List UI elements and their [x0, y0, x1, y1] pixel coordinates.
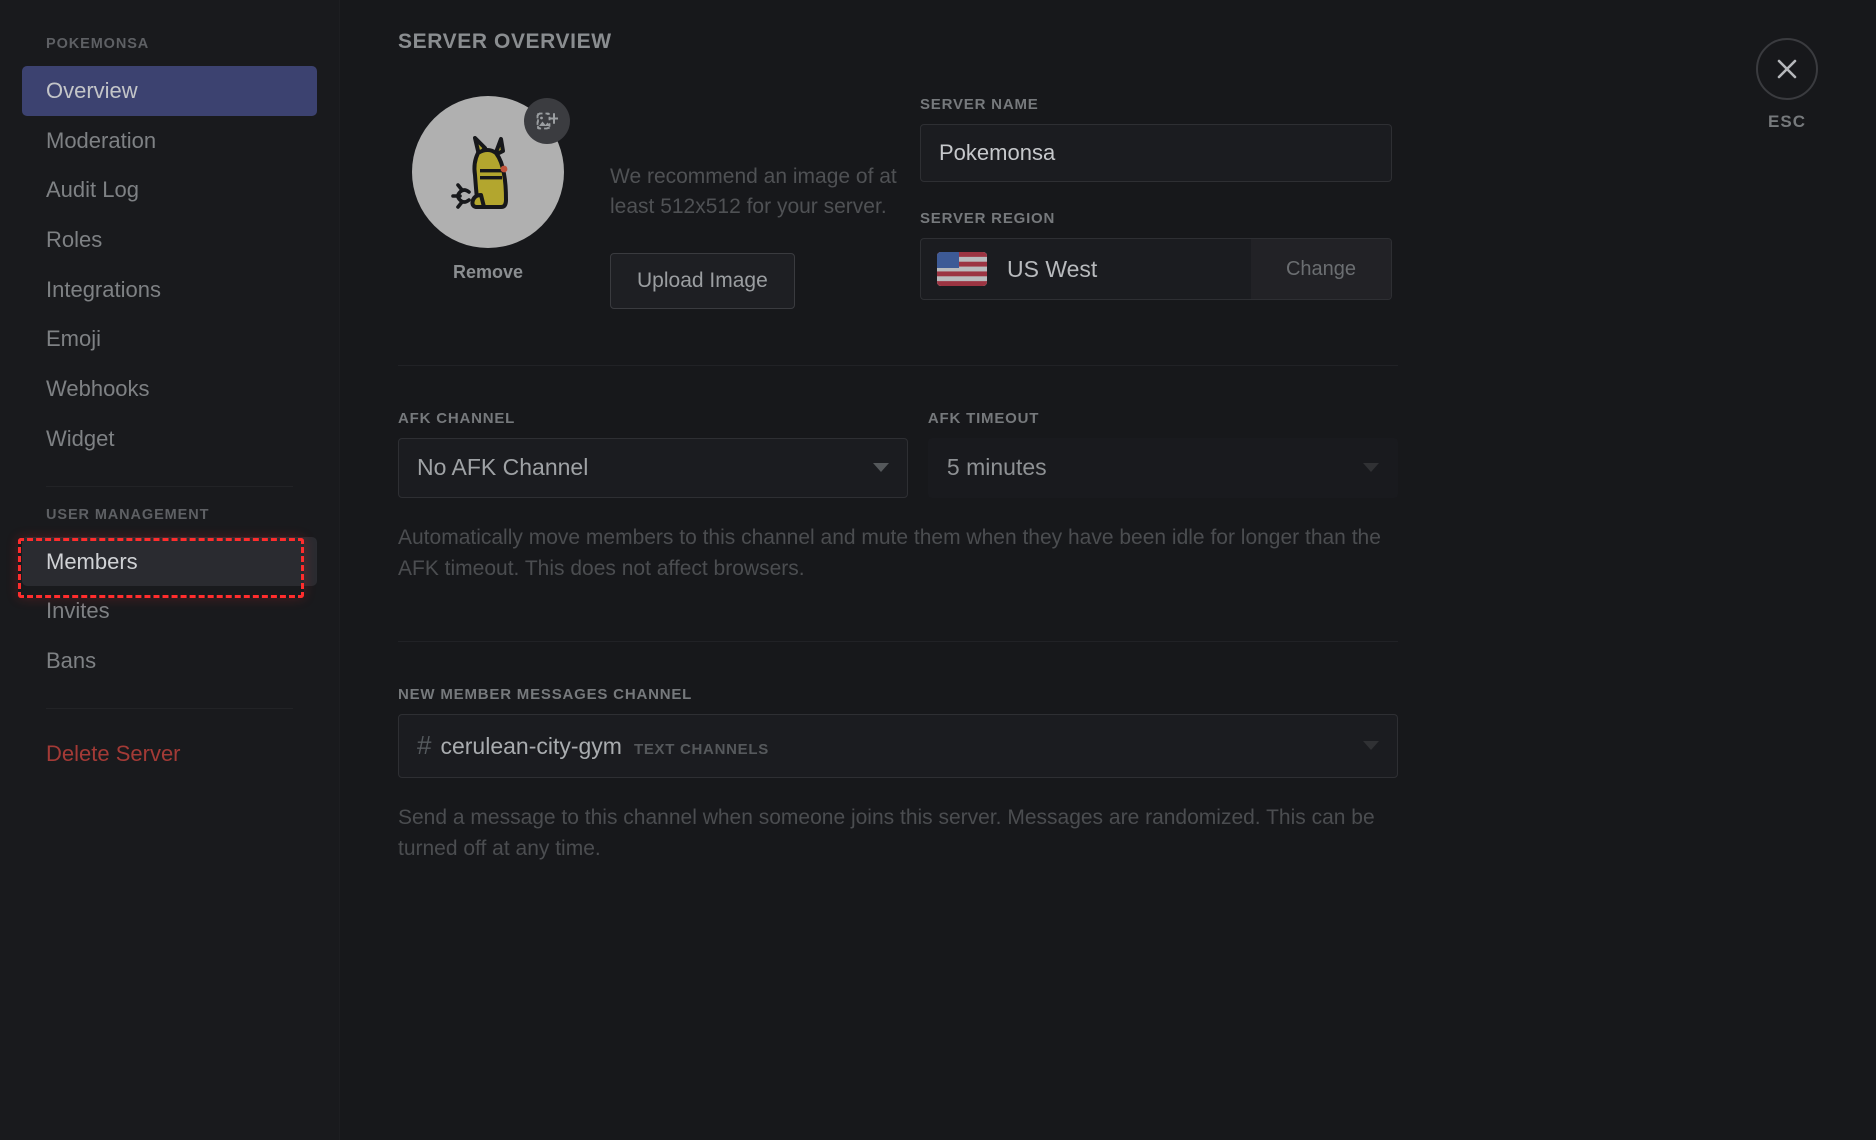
settings-sidebar: POKEMONSA Overview Moderation Audit Log … [0, 0, 340, 1140]
sidebar-item-label: Emoji [46, 326, 102, 352]
server-name-input[interactable]: Pokemonsa [920, 124, 1392, 182]
afk-timeout-select[interactable]: 5 minutes [927, 437, 1398, 498]
sidebar-item-invites[interactable]: Invites [22, 586, 317, 636]
afk-timeout-value: 5 minutes [946, 454, 1047, 481]
server-fields-column: SERVER NAME Pokemonsa SERVER REGION US W… [900, 96, 1392, 300]
upload-image-badge[interactable] [524, 98, 570, 144]
sidebar-item-label: Overview [46, 78, 138, 103]
pikachu-avatar-icon [451, 136, 508, 209]
sidebar-item-label: Widget [46, 425, 115, 451]
new-member-channel-category: TEXT CHANNELS [633, 741, 769, 759]
sidebar-item-label: Moderation [46, 127, 157, 153]
sidebar-item-bans[interactable]: Bans [22, 636, 317, 686]
chevron-down-icon [1363, 741, 1379, 751]
settings-main-panel: SERVER OVERVIEW Remove We recommend an i… [340, 0, 1876, 1140]
sidebar-item-label: Audit Log [46, 177, 139, 203]
sidebar-user-management-header: USER MANAGEMENT [46, 506, 210, 523]
sidebar-item-webhooks[interactable]: Webhooks [22, 364, 317, 414]
sidebar-item-label: Webhooks [46, 376, 150, 402]
afk-channel-select[interactable]: No AFK Channel [398, 437, 908, 498]
upload-image-button[interactable]: Upload Image [610, 252, 795, 309]
sidebar-item-label: Delete Server [46, 740, 181, 766]
sidebar-item-label: Invites [46, 598, 110, 624]
image-recommendation-column: We recommend an image of at least 512x51… [610, 96, 900, 309]
sidebar-item-moderation[interactable]: Moderation [22, 116, 317, 166]
sidebar-item-members[interactable]: Members [22, 536, 317, 587]
afk-channel-value: No AFK Channel [417, 454, 589, 481]
sidebar-item-label: Members [46, 548, 138, 574]
sidebar-item-widget[interactable]: Widget [22, 414, 317, 464]
hash-icon: # [417, 730, 432, 761]
remove-avatar-button[interactable]: Remove [398, 262, 578, 283]
section-divider-2 [398, 640, 1398, 642]
server-icon-column: Remove [398, 96, 610, 283]
new-member-channel-label: NEW MEMBER MESSAGES CHANNEL [398, 685, 693, 703]
server-region-value: US West [1007, 255, 1098, 282]
new-member-channel-value: cerulean-city-gym [440, 733, 622, 760]
add-image-icon [536, 112, 558, 130]
sidebar-server-header: POKEMONSA [46, 36, 150, 52]
new-member-help-text: Send a message to this channel when some… [398, 805, 1375, 861]
server-region-label: SERVER REGION [920, 210, 1056, 227]
chevron-down-icon [1363, 463, 1379, 473]
afk-section: AFK CHANNEL No AFK Channel AFK TIMEOUT 5… [398, 410, 1398, 585]
new-member-messages-section: NEW MEMBER MESSAGES CHANNEL # cerulean-c… [398, 686, 1398, 865]
change-region-button[interactable]: Change [1251, 239, 1391, 299]
section-divider-1 [398, 364, 1398, 366]
close-settings-control[interactable]: ESC [1756, 38, 1818, 132]
sidebar-item-label: Bans [46, 647, 97, 673]
chevron-down-icon [872, 463, 889, 473]
sidebar-divider [46, 485, 293, 487]
server-settings-screen: POKEMONSA Overview Moderation Audit Log … [0, 0, 1876, 1140]
afk-help-text: Automatically move members to this chann… [398, 525, 1381, 581]
new-member-channel-select[interactable]: # cerulean-city-gym TEXT CHANNELS [398, 713, 1398, 778]
sidebar-item-audit-log[interactable]: Audit Log [22, 165, 317, 215]
sidebar-item-roles[interactable]: Roles [22, 215, 317, 265]
esc-label: ESC [1768, 112, 1806, 131]
sidebar-item-delete-server[interactable]: Delete Server [22, 729, 317, 779]
sidebar-item-overview[interactable]: Overview [22, 66, 317, 116]
afk-channel-label: AFK CHANNEL [398, 409, 516, 427]
close-button[interactable] [1756, 38, 1818, 100]
page-title: SERVER OVERVIEW [398, 30, 612, 53]
sidebar-item-label: Roles [46, 227, 103, 253]
sidebar-divider-bottom [46, 707, 293, 709]
server-region-row: US West Change [920, 238, 1392, 300]
us-flag-icon [937, 252, 987, 286]
close-icon [1777, 59, 1797, 79]
server-name-label: SERVER NAME [920, 96, 1039, 113]
server-name-value: Pokemonsa [939, 140, 1056, 165]
afk-timeout-label: AFK TIMEOUT [927, 409, 1040, 427]
sidebar-item-integrations[interactable]: Integrations [22, 265, 317, 315]
sidebar-item-label: Integrations [46, 276, 161, 302]
image-recommendation-text: We recommend an image of at least 512x51… [610, 165, 897, 219]
sidebar-item-emoji[interactable]: Emoji [22, 314, 317, 364]
server-identity-row: Remove We recommend an image of at least… [398, 96, 1398, 309]
